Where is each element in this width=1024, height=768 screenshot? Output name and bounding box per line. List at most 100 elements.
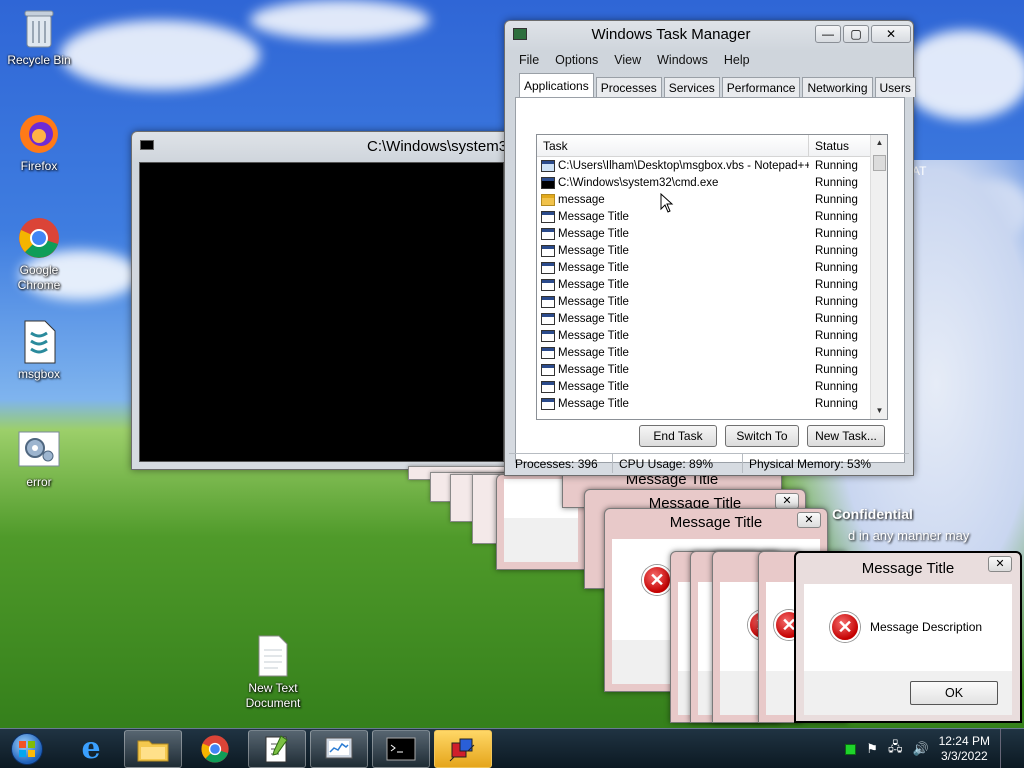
close-button[interactable]: ✕ <box>988 556 1012 572</box>
tab-services[interactable]: Services <box>663 77 720 97</box>
gear-file-icon <box>17 428 61 472</box>
close-button[interactable]: ✕ <box>775 493 799 509</box>
clock[interactable]: 12:24 PM 3/3/2022 <box>939 734 990 764</box>
column-header-task[interactable]: Task <box>537 135 809 156</box>
show-desktop-button[interactable] <box>1000 729 1012 768</box>
maximize-button[interactable]: ▢ <box>843 25 869 43</box>
task-row[interactable]: Message Title Running <box>537 344 887 361</box>
desktop-icon-error[interactable]: error <box>1 428 77 490</box>
task-status: Running <box>815 193 858 206</box>
wallpaper-text: AT <box>912 164 927 178</box>
taskbar-internet-explorer[interactable]: e <box>62 730 120 768</box>
task-row[interactable]: Message Title Running <box>537 378 887 395</box>
task-list-scrollbar[interactable]: ▲ ▼ <box>870 135 887 419</box>
task-list[interactable]: Task Status C:\Users\Ilham\Desktop\msgbo… <box>536 134 888 420</box>
desktop-icon-firefox[interactable]: Firefox <box>1 112 77 174</box>
task-name: Message Title <box>558 363 629 376</box>
task-manager-statusbar: Processes: 396 CPU Usage: 89% Physical M… <box>509 453 909 473</box>
menu-windows[interactable]: Windows <box>649 51 716 71</box>
taskbar-notepadplusplus[interactable] <box>248 729 306 768</box>
taskbar-wscript[interactable] <box>434 729 492 768</box>
task-status: Running <box>815 346 858 359</box>
window-icon <box>541 329 555 342</box>
message-description: Message Description <box>870 620 983 634</box>
message-box-front[interactable]: Message Title ✕ ✕ Message Description OK <box>794 551 1022 723</box>
scroll-up-icon[interactable]: ▲ <box>871 135 887 151</box>
action-center-flag-icon[interactable]: ⚑ <box>866 741 878 757</box>
close-button[interactable]: ✕ <box>871 25 911 43</box>
window-icon <box>541 244 555 257</box>
task-name: Message Title <box>558 244 629 257</box>
network-icon[interactable]: 🖧 <box>888 738 903 760</box>
menu-view[interactable]: View <box>606 51 649 71</box>
task-row[interactable]: Message Title Running <box>537 225 887 242</box>
task-name: Message Title <box>558 397 629 410</box>
ok-button[interactable]: OK <box>910 681 998 705</box>
task-row[interactable]: Message Title Running <box>537 293 887 310</box>
column-header-status[interactable]: Status <box>809 135 871 156</box>
maximize-icon: ▢ <box>850 27 862 41</box>
menu-file[interactable]: File <box>511 51 547 71</box>
switch-to-button[interactable]: Switch To <box>725 425 799 447</box>
windows-logo-icon <box>11 732 43 765</box>
task-status: Running <box>815 210 858 223</box>
desktop-icon-google-chrome[interactable]: Google Chrome <box>1 216 77 293</box>
task-row[interactable]: Message Title Running <box>537 395 887 412</box>
window-icon <box>541 363 555 376</box>
status-processes: Processes: 396 <box>509 454 613 473</box>
tab-processes[interactable]: Processes <box>595 77 662 97</box>
tab-applications[interactable]: Applications <box>519 73 594 97</box>
task-row[interactable]: Message Title Running <box>537 276 887 293</box>
task-row[interactable]: Message Title Running <box>537 259 887 276</box>
minimize-button[interactable]: — <box>815 25 841 43</box>
task-list-header: Task Status <box>537 135 887 157</box>
desktop-icon-recycle-bin[interactable]: Recycle Bin <box>1 6 77 68</box>
scrollbar-thumb[interactable] <box>873 155 886 171</box>
message-window-title: Message Title <box>669 514 763 531</box>
task-row[interactable]: C:\Users\Ilham\Desktop\msgbox.vbs - Note… <box>537 157 887 174</box>
taskbar-task-manager[interactable] <box>310 729 368 768</box>
task-manager-titlebar[interactable]: Windows Task Manager — ▢ ✕ <box>505 21 913 47</box>
firefox-icon <box>17 112 61 156</box>
close-button[interactable]: ✕ <box>797 512 821 528</box>
start-button[interactable] <box>0 729 54 768</box>
task-row[interactable]: message Running <box>537 191 887 208</box>
taskbar-explorer[interactable] <box>124 729 182 768</box>
task-row[interactable]: Message Title Running <box>537 310 887 327</box>
task-name: Message Title <box>558 295 629 308</box>
taskbar-chrome[interactable] <box>186 730 244 768</box>
tab-networking[interactable]: Networking <box>802 77 873 97</box>
chrome-icon <box>17 216 61 260</box>
menu-options[interactable]: Options <box>547 51 606 71</box>
task-row[interactable]: Message Title Running <box>537 208 887 225</box>
cmd-titlebar[interactable]: C:\Windows\system3 <box>132 132 511 158</box>
tab-performance[interactable]: Performance <box>721 77 801 97</box>
cmd-window[interactable]: C:\Windows\system3 <box>131 131 512 470</box>
minimize-icon: — <box>822 27 834 41</box>
taskbar-cmd[interactable] <box>372 729 430 768</box>
cloud <box>250 0 430 40</box>
desktop-icon-new-text-document[interactable]: New Text Document <box>234 634 312 711</box>
desktop-icon-msgbox[interactable]: msgbox <box>1 320 77 382</box>
task-manager-window[interactable]: Windows Task Manager — ▢ ✕ File Options … <box>504 20 916 476</box>
green-status-icon[interactable] <box>845 743 857 755</box>
clock-date: 3/3/2022 <box>940 749 988 763</box>
task-name: Message Title <box>558 329 629 342</box>
task-status: Running <box>815 295 858 308</box>
new-task-button[interactable]: New Task... <box>807 425 885 447</box>
tab-users[interactable]: Users <box>874 77 916 97</box>
scroll-down-icon[interactable]: ▼ <box>871 403 887 419</box>
menu-bar: File Options View Windows Help <box>511 51 758 71</box>
menu-help[interactable]: Help <box>716 51 758 71</box>
task-row[interactable]: Message Title Running <box>537 327 887 344</box>
task-status: Running <box>815 278 858 291</box>
cmd-console-area[interactable] <box>139 162 504 462</box>
task-row[interactable]: C:\Windows\system32\cmd.exe Running <box>537 174 887 191</box>
volume-icon[interactable]: 🔊 <box>912 741 928 757</box>
task-status: Running <box>815 244 858 257</box>
cloud <box>60 20 260 90</box>
task-row[interactable]: Message Title Running <box>537 242 887 259</box>
window-icon <box>541 346 555 359</box>
end-task-button[interactable]: End Task <box>639 425 717 447</box>
task-row[interactable]: Message Title Running <box>537 361 887 378</box>
